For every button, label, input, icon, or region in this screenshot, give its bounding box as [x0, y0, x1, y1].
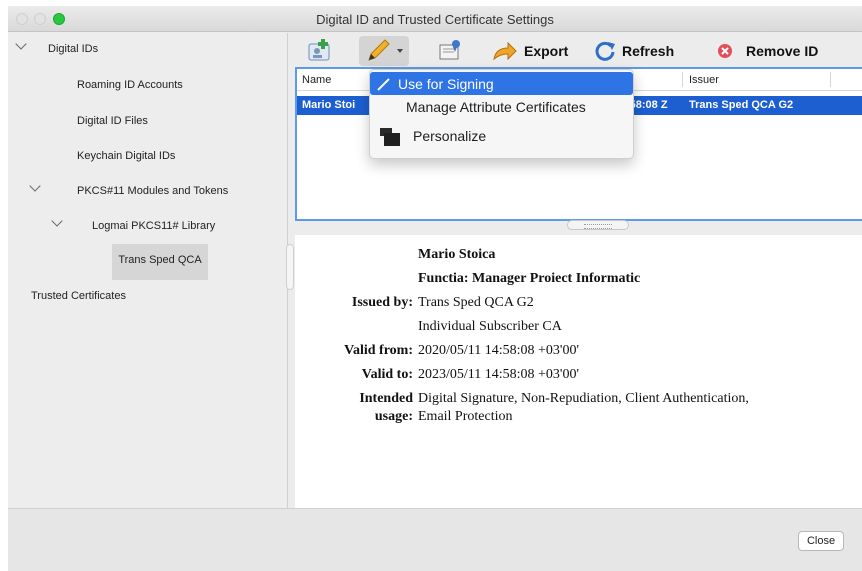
- valid-from-value: 2020/05/11 14:58:08 +03'00': [418, 343, 579, 358]
- refresh-icon: [595, 41, 615, 61]
- title-bar: Digital ID and Trusted Certificate Setti…: [8, 6, 862, 32]
- export-button[interactable]: Export: [492, 37, 568, 65]
- export-label: Export: [524, 43, 569, 59]
- intended-usage-label-2: usage:: [374, 409, 413, 424]
- intended-usage-value: Digital Signature, Non-Repudiation, Clie…: [418, 391, 749, 406]
- detail-function: Functia: Manager Proiect Informatic: [418, 271, 641, 286]
- column-divider[interactable]: [682, 72, 683, 87]
- refresh-button[interactable]: Refresh: [594, 37, 674, 65]
- sidebar-item-keychain-digital-ids[interactable]: Keychain Digital IDs: [77, 150, 175, 162]
- column-header-name[interactable]: Name: [302, 74, 331, 86]
- column-divider[interactable]: [830, 72, 831, 87]
- settings-window: Digital ID and Trusted Certificate Setti…: [8, 6, 862, 571]
- sidebar-tree: Digital IDs Roaming ID Accounts Digital …: [8, 33, 288, 508]
- cell-issuer: Trans Sped QCA G2: [689, 99, 794, 111]
- sidebar-item-logmai-library[interactable]: Logmai PKCS11# Library: [92, 220, 215, 232]
- export-arrow-icon: [493, 41, 517, 61]
- chevron-down-icon[interactable]: [51, 215, 63, 227]
- usage-options-menu: Use for Signing Manage Attribute Certifi…: [369, 69, 634, 159]
- sidebar-item-digital-ids[interactable]: Digital IDs: [48, 43, 98, 55]
- menu-item-personalize[interactable]: Personalize: [370, 124, 633, 147]
- cell-name: Mario Stoi: [302, 99, 356, 111]
- chevron-down-icon[interactable]: [15, 38, 27, 50]
- menu-item-label: Personalize: [413, 128, 487, 144]
- usage-options-button[interactable]: [359, 36, 409, 66]
- bottom-bar: Close: [8, 508, 862, 571]
- pencil-icon: [377, 78, 390, 91]
- menu-item-label: Use for Signing: [398, 76, 494, 92]
- add-id-icon: [308, 39, 330, 61]
- sidebar-item-pkcs11-modules[interactable]: PKCS#11 Modules and Tokens: [77, 185, 228, 197]
- remove-id-label: Remove ID: [746, 43, 819, 59]
- sidebar-item-digital-id-files[interactable]: Digital ID Files: [77, 115, 148, 127]
- intended-usage-label: Intended: [359, 391, 413, 406]
- menu-item-label: Manage Attribute Certificates: [406, 99, 586, 115]
- sidebar-item-trusted-certificates[interactable]: Trusted Certificates: [31, 290, 126, 302]
- list-resize-grip[interactable]: [567, 220, 629, 230]
- valid-to-value: 2023/05/11 14:58:08 +03'00': [418, 367, 579, 382]
- valid-to-label: Valid to:: [361, 367, 413, 382]
- toolbar: Export Refresh Remove ID: [289, 33, 862, 69]
- issued-by-value-2: Individual Subscriber CA: [418, 319, 562, 334]
- add-id-button[interactable]: [306, 37, 332, 65]
- menu-item-use-for-signing[interactable]: Use for Signing: [370, 72, 633, 95]
- detail-name: Mario Stoica: [418, 247, 496, 262]
- remove-id-button[interactable]: Remove ID: [714, 37, 818, 65]
- chevron-down-icon[interactable]: [29, 180, 41, 192]
- window-title: Digital ID and Trusted Certificate Setti…: [316, 12, 554, 27]
- issued-by-value: Trans Sped QCA G2: [418, 295, 534, 310]
- certificate-details-button[interactable]: [437, 37, 465, 65]
- close-button[interactable]: Close: [798, 531, 844, 551]
- certificate-details: Mario Stoica Functia: Manager Proiect In…: [295, 235, 862, 508]
- pane-splitter-handle[interactable]: [286, 244, 294, 290]
- menu-item-manage-attribute-certificates[interactable]: Manage Attribute Certificates: [370, 95, 633, 118]
- personalize-icon: [380, 128, 400, 146]
- sidebar-item-trans-sped-qca[interactable]: Trans Sped QCA: [112, 254, 208, 266]
- refresh-label: Refresh: [622, 43, 675, 59]
- issued-by-label: Issued by:: [351, 295, 413, 310]
- sidebar-item-roaming-id-accounts[interactable]: Roaming ID Accounts: [77, 79, 183, 91]
- certificate-icon: [439, 40, 460, 60]
- valid-from-label: Valid from:: [344, 343, 413, 358]
- remove-icon: [718, 44, 732, 58]
- intended-usage-value-2: Email Protection: [418, 409, 513, 424]
- column-header-issuer[interactable]: Issuer: [689, 74, 719, 86]
- pencil-icon: [368, 39, 403, 61]
